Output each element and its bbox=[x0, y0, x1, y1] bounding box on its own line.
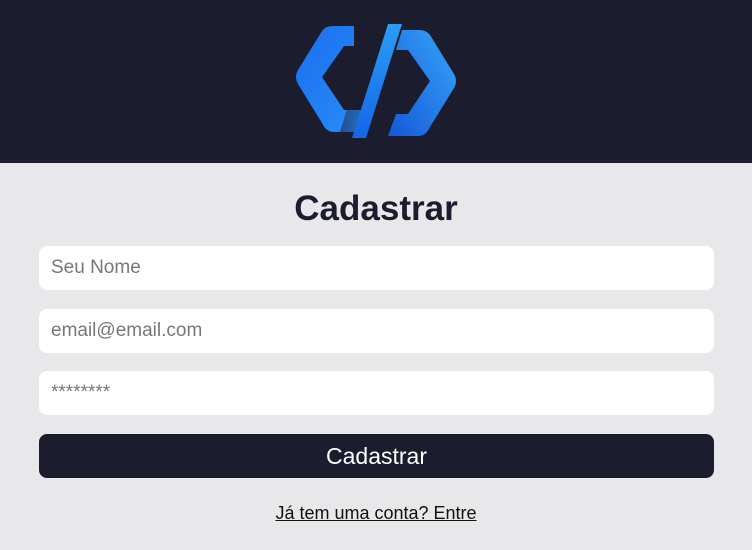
login-link[interactable]: Já tem uma conta? Entre bbox=[275, 503, 476, 523]
code-brackets-logo-icon bbox=[296, 24, 456, 138]
password-input[interactable] bbox=[39, 371, 714, 415]
email-input[interactable] bbox=[39, 309, 714, 353]
form-title: Cadastrar bbox=[294, 189, 458, 228]
signup-form: Cadastrar Cadastrar Já tem uma conta? En… bbox=[0, 163, 752, 550]
name-input[interactable] bbox=[39, 246, 714, 290]
header bbox=[0, 0, 752, 163]
signup-button[interactable]: Cadastrar bbox=[39, 434, 714, 478]
login-link-container: Já tem uma conta? Entre bbox=[0, 503, 752, 524]
